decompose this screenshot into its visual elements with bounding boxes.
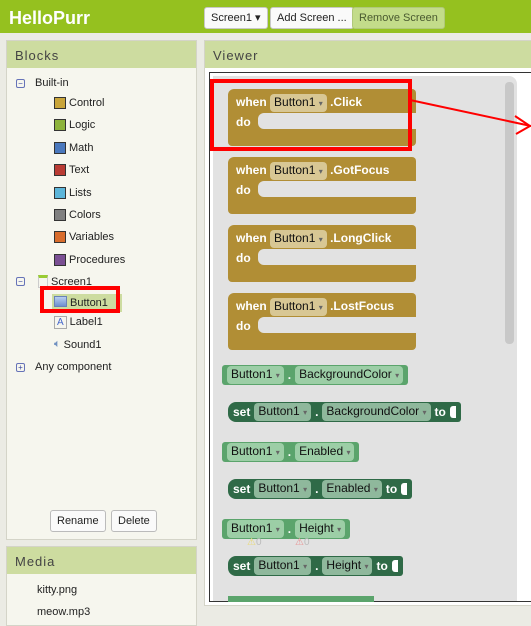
arrow-annotation xyxy=(409,99,531,135)
